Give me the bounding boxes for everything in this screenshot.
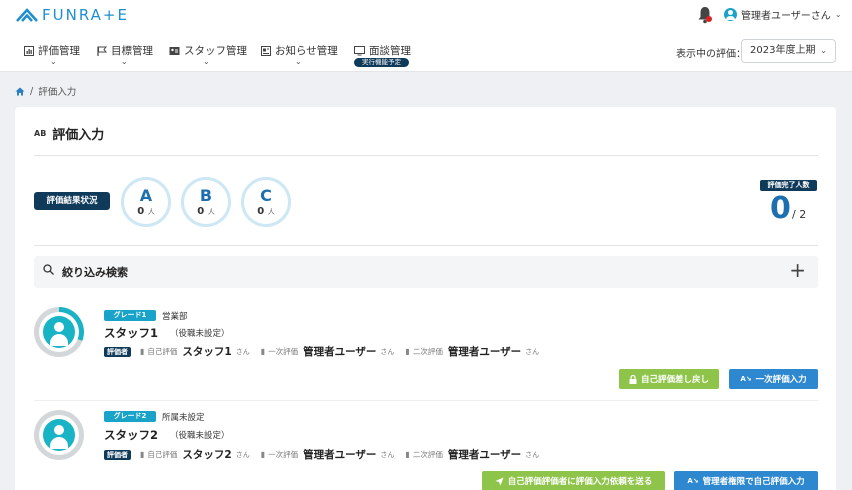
filter-search-toggle[interactable]: 絞り込み検索 +: [34, 256, 818, 288]
breadcrumb-separator: /: [30, 85, 34, 97]
lock-icon: [629, 374, 637, 384]
row-divider: [34, 400, 818, 401]
top-bar: FUNRA+E 管理者ユーザーさん ⌄: [0, 0, 852, 32]
staff-avatar: [34, 410, 84, 460]
breadcrumb-current: 評価入力: [38, 87, 77, 98]
status-label: 評価結果状況: [34, 192, 110, 210]
user-menu[interactable]: 管理者ユーザーさん ⌄: [724, 7, 842, 22]
person-icon: [43, 316, 75, 348]
evaluator-tag: 評価者: [104, 449, 131, 460]
staff-role: （役職未設定）: [170, 329, 230, 339]
evaluator-line: 評価者 ▮ 自己評価 スタッフ1 さん ▮ 一次評価 管理者ユーザー さん ▮ 二次評価 管理者…: [104, 344, 547, 359]
period-select[interactable]: 2023年度上期 ⌄: [741, 39, 836, 63]
filter-search-label: 絞り込み検索: [62, 266, 128, 279]
document-icon: ▮: [260, 347, 266, 356]
nav-evaluation-label: 評価管理: [38, 45, 80, 57]
user-name: 管理者ユーザーさん: [741, 11, 831, 22]
document-icon: ▮: [405, 347, 410, 356]
period-value: 2023年度上期: [750, 45, 816, 56]
home-icon[interactable]: [15, 87, 25, 96]
grade-c-summary: C 0 人: [241, 177, 291, 227]
department: 所属未設定: [162, 413, 205, 423]
breadcrumb: / 評価入力: [15, 84, 76, 98]
nav-interview-label: 面談管理: [369, 45, 411, 57]
chart-icon: [24, 45, 34, 56]
document-icon: ▮: [140, 450, 145, 459]
grade-tag: グレード1: [104, 310, 156, 321]
monitor-icon: [354, 45, 365, 55]
grade-b-summary: B 0 人: [181, 177, 231, 227]
grade-letter: C: [260, 186, 272, 205]
grade-count: 0 人: [197, 206, 215, 217]
chevron-down-icon: ⌄: [50, 57, 57, 66]
logo-mark-icon: [16, 8, 38, 22]
divider: [34, 245, 818, 246]
grade-count: 0 人: [137, 206, 155, 217]
user-avatar-icon: [724, 8, 737, 21]
id-card-icon: [169, 46, 180, 55]
chevron-down-icon: ⌄: [834, 10, 842, 19]
nav-goals-label: 目標管理: [111, 45, 153, 57]
document-icon: ▮: [260, 450, 266, 459]
done-total: / 2: [792, 208, 807, 221]
document-icon: ▮: [140, 347, 145, 356]
newspaper-icon: [261, 45, 271, 56]
first-eval-input-button[interactable]: A↘ 一次評価入力: [729, 369, 818, 389]
grade-letter: B: [199, 186, 213, 205]
ab-check-icon: A↘: [687, 477, 699, 485]
chevron-down-icon: ⌄: [820, 46, 827, 55]
department: 営業部: [162, 312, 188, 322]
grade-count: 0 人: [257, 206, 275, 217]
ab-check-icon: AB: [34, 129, 47, 138]
chevron-down-icon: ⌄: [295, 57, 302, 66]
nav-news-label: お知らせ管理: [275, 45, 338, 57]
period-label: 表示中の評価：: [676, 49, 746, 60]
grade-a-summary: A 0 人: [121, 177, 171, 227]
nav-evaluation[interactable]: 評価管理: [24, 43, 80, 58]
evaluator-tag: 評価者: [104, 346, 131, 357]
page-title: AB 評価入力: [34, 124, 104, 143]
grade-letter: A: [139, 186, 153, 205]
staff-name[interactable]: スタッフ2: [104, 427, 158, 443]
staff-role: （役職未設定）: [170, 431, 230, 441]
nav-staff[interactable]: スタッフ管理: [169, 43, 247, 58]
ab-check-icon: A↘: [740, 375, 752, 383]
grade-tag: グレード2: [104, 411, 156, 422]
nav-news[interactable]: お知らせ管理: [261, 43, 338, 58]
send-icon: [495, 477, 504, 485]
notification-dot: [706, 16, 712, 22]
done-count: 0: [770, 191, 791, 226]
divider: [34, 155, 818, 156]
evaluator-line: 評価者 ▮ 自己評価 スタッフ2 さん ▮ 一次評価 管理者ユーザー さん ▮ 二次評価 管理者…: [104, 447, 547, 462]
page-title-text: 評価入力: [52, 128, 105, 143]
done-label: 評価完了人数: [760, 180, 817, 191]
staff-avatar: [34, 307, 84, 357]
staff-name[interactable]: スタッフ1: [104, 325, 158, 341]
admin-self-eval-button[interactable]: A↘ 管理者権限で自己評価入力: [674, 471, 818, 490]
flag-icon: [97, 46, 107, 56]
chevron-down-icon: ⌄: [203, 57, 210, 66]
plus-icon[interactable]: +: [789, 258, 806, 282]
app-logo[interactable]: FUNRA+E: [16, 6, 129, 24]
return-self-eval-button[interactable]: 自己評価差し戻し: [619, 369, 719, 389]
search-icon: [43, 264, 54, 275]
coming-soon-badge: 実行機能予定: [354, 58, 409, 67]
evaluation-card: AB 評価入力 評価結果状況 A 0 人 B 0 人 C 0 人 評価完了人数 …: [15, 107, 836, 490]
send-eval-request-button[interactable]: 自己評価評価者に評価入力依頼を送る: [482, 471, 665, 490]
chevron-down-icon: ⌄: [121, 57, 128, 66]
nav-interview[interactable]: 面談管理: [354, 43, 411, 58]
person-icon: [43, 419, 75, 451]
document-icon: ▮: [405, 450, 410, 459]
nav-staff-label: スタッフ管理: [184, 45, 247, 57]
nav-goals[interactable]: 目標管理: [97, 43, 153, 58]
logo-text: FUNRA+E: [42, 6, 129, 24]
